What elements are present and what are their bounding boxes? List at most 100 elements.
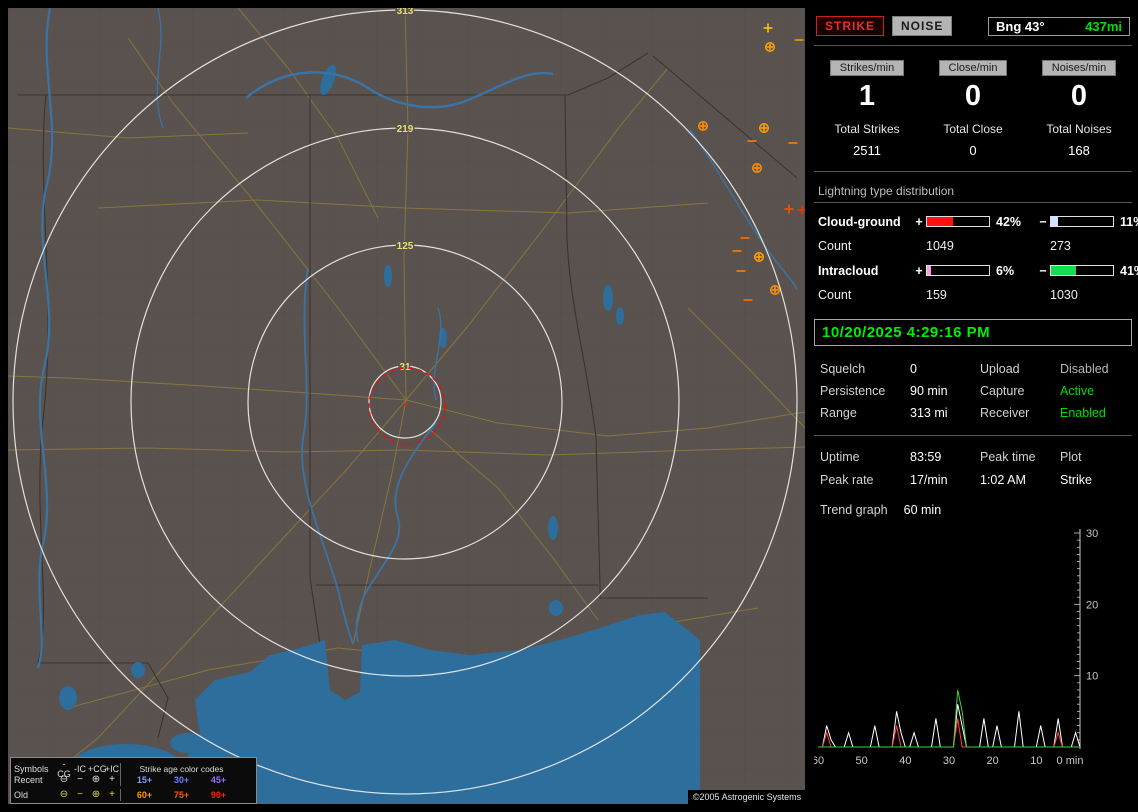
count-label: Count <box>818 239 912 253</box>
trend-graph: 1020306050403020100 min <box>814 523 1132 771</box>
minus-sign: − <box>1036 215 1050 229</box>
range-ring-label: 125 <box>397 241 414 252</box>
peak-rate-value: 17/min <box>910 473 980 487</box>
cloud-ground-row: Cloud-ground + 42% − 11% <box>814 209 1132 234</box>
trend-graph-label: Trend graph <box>820 503 888 517</box>
peak-time-label: Peak time <box>980 450 1060 464</box>
receiver-value: Enabled <box>1060 406 1126 420</box>
plot-label: Plot <box>1060 450 1126 464</box>
cloud-ground-label: Cloud-ground <box>818 215 912 229</box>
mode-toggle-row: STRIKE NOISE Bng 43° 437mi <box>814 8 1132 46</box>
trend-y-tick-label: 30 <box>1086 528 1098 540</box>
intracloud-row: Intracloud + 6% − 41% <box>814 258 1132 283</box>
range-value: 313 mi <box>910 406 980 420</box>
divider <box>814 171 1132 172</box>
status-panel: STRIKE NOISE Bng 43° 437mi Strikes/min 1… <box>812 8 1134 804</box>
count-label: Count <box>818 288 912 302</box>
ic-positive-bar-fill <box>927 266 931 275</box>
trend-x-tick-label: 60 <box>814 755 824 767</box>
strikes-per-min-button[interactable]: Strikes/min <box>830 60 904 76</box>
pos-ic-recent-icon: + <box>104 775 120 785</box>
legend-old-label: Old <box>14 790 56 800</box>
minus-sign: − <box>1036 264 1050 278</box>
close-per-min-value: 0 <box>965 79 981 113</box>
neg-cg-recent-icon: ⊖ <box>56 775 72 785</box>
pos-cg-old-icon: ⊕ <box>88 790 104 800</box>
receiver-status-grid: Squelch 0 Upload Disabled Persistence 90… <box>814 356 1132 422</box>
session-stats-grid: Uptime 83:59 Peak time Plot Peak rate 17… <box>814 446 1132 489</box>
age-90-label: 90+ <box>200 790 237 800</box>
lightning-map[interactable]: 31125219313 <box>8 8 805 804</box>
trend-x-tick-label: 30 <box>943 755 955 767</box>
cg-positive-count: 1049 <box>926 239 990 253</box>
strike-cplus-icon <box>753 164 761 172</box>
ic-negative-bar <box>1050 265 1114 276</box>
capture-value: Active <box>1060 384 1126 398</box>
upload-value: Disabled <box>1060 362 1126 376</box>
map-area: 31125219313 <box>8 8 805 804</box>
legend-header-row: Symbols -CG -IC +CG +IC Strike age color… <box>14 759 253 773</box>
strikes-column: Strikes/min 1 Total Strikes 2511 <box>814 60 920 158</box>
trend-series-intracloud <box>818 690 1080 747</box>
trend-x-tick-label: 40 <box>899 755 911 767</box>
total-strikes-value: 2511 <box>853 143 881 158</box>
plus-sign: + <box>912 215 926 229</box>
close-column: Close/min 0 Total Close 0 <box>920 60 1026 158</box>
age-15-label: 15+ <box>126 775 163 785</box>
bearing-readout: Bng 43° 437mi <box>988 17 1130 36</box>
trend-x-tick-label: 10 <box>1030 755 1042 767</box>
ic-negative-count: 1030 <box>1050 288 1114 302</box>
close-per-min-button[interactable]: Close/min <box>939 60 1008 76</box>
range-ring-label: 219 <box>397 124 414 135</box>
noises-per-min-button[interactable]: Noises/min <box>1042 60 1116 76</box>
ic-negative-bar-fill <box>1051 266 1076 275</box>
cg-negative-bar-fill <box>1051 217 1058 226</box>
trend-series-strikes <box>818 704 1080 747</box>
range-ring-label: 313 <box>397 8 414 17</box>
trend-x-tick-label: 50 <box>856 755 868 767</box>
cg-positive-bar <box>926 216 990 227</box>
total-strikes-label: Total Strikes <box>834 122 899 136</box>
total-noises-label: Total Noises <box>1046 122 1111 136</box>
trend-window-value: 60 min <box>904 503 942 517</box>
trend-x-tick-label: 0 min <box>1057 755 1084 767</box>
strikes-per-min-value: 1 <box>859 79 875 113</box>
strike-mode-button[interactable]: STRIKE <box>816 16 884 36</box>
cg-negative-count: 273 <box>1050 239 1114 253</box>
strike-cplus-icon <box>755 253 763 261</box>
noise-mode-button[interactable]: NOISE <box>892 16 952 36</box>
receiver-location-marker <box>405 403 408 406</box>
legend-recent-row: Recent ⊖ − ⊕ + 15+ 30+ 45+ <box>14 773 253 787</box>
trend-series-cloud-ground <box>818 719 1080 748</box>
peak-rate-label: Peak rate <box>820 473 910 487</box>
bearing-value: Bng 43° <box>996 19 1045 34</box>
strike-cplus-icon <box>760 124 768 132</box>
neg-ic-old-icon: − <box>72 790 88 800</box>
strike-cplus-icon <box>766 43 774 51</box>
neg-ic-recent-icon: − <box>72 775 88 785</box>
intracloud-label: Intracloud <box>818 264 912 278</box>
age-60-label: 60+ <box>126 790 163 800</box>
strike-cplus-icon <box>699 122 707 130</box>
legend-old-row: Old ⊖ − ⊕ + 60+ 75+ 90+ <box>14 788 253 802</box>
legend-recent-label: Recent <box>14 775 56 785</box>
trend-graph-header: Trend graph 60 min <box>814 501 1132 519</box>
map-legend: Symbols -CG -IC +CG +IC Strike age color… <box>10 757 257 804</box>
ic-positive-pct: 6% <box>990 264 1036 278</box>
total-close-label: Total Close <box>943 122 1002 136</box>
range-label: Range <box>820 406 910 420</box>
distribution-title: Lightning type distribution <box>814 182 1132 203</box>
persistence-value: 90 min <box>910 384 980 398</box>
pos-cg-recent-icon: ⊕ <box>88 775 104 785</box>
trend-y-tick-label: 10 <box>1086 671 1098 683</box>
age-75-label: 75+ <box>163 790 200 800</box>
cg-negative-pct: 11% <box>1114 215 1138 229</box>
uptime-value: 83:59 <box>910 450 980 464</box>
bearing-distance: 437mi <box>1085 19 1122 34</box>
capture-label: Capture <box>980 384 1060 398</box>
cg-negative-bar <box>1050 216 1114 227</box>
plus-sign: + <box>912 264 926 278</box>
noises-per-min-value: 0 <box>1071 79 1087 113</box>
cloud-ground-count-row: Count 1049 273 <box>814 234 1132 258</box>
cg-positive-pct: 42% <box>990 215 1036 229</box>
